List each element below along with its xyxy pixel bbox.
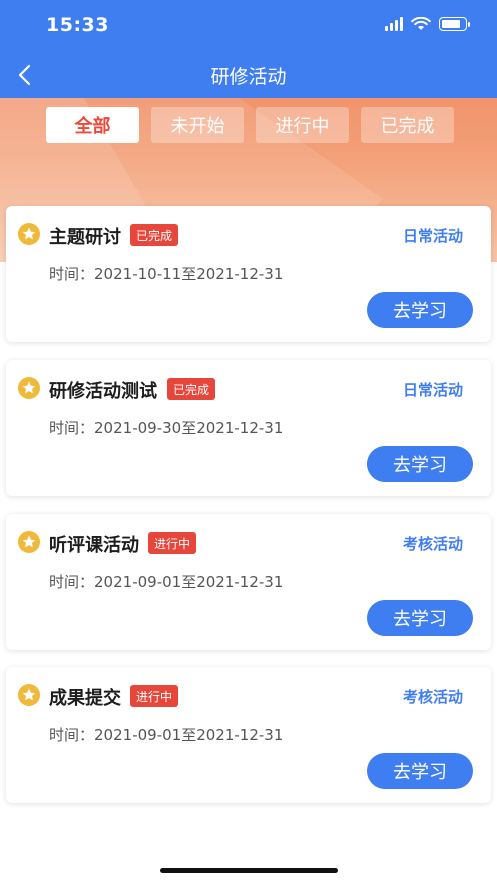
status-badge: 已完成: [130, 224, 179, 246]
battery-icon: [439, 17, 470, 31]
time-range: 2021-09-01至2021-12-31: [94, 573, 284, 591]
home-indicator[interactable]: [160, 868, 338, 873]
tab-in-progress[interactable]: 进行中: [256, 107, 349, 143]
activity-card: 听评课活动 进行中 考核活动 时间：2021-09-01至2021-12-31 …: [6, 514, 491, 650]
go-study-button[interactable]: 去学习: [367, 446, 473, 482]
activity-type: 日常活动: [402, 381, 463, 399]
time-range: 2021-10-11至2021-12-31: [94, 265, 284, 283]
go-study-button[interactable]: 去学习: [367, 753, 473, 789]
status-time: 15:33: [46, 14, 109, 36]
activity-type: 考核活动: [402, 688, 463, 706]
time-label: 时间：: [49, 419, 95, 437]
tab-all[interactable]: 全部: [46, 107, 139, 143]
page-title: 研修活动: [210, 66, 287, 88]
activity-time: 时间：2021-09-30至2021-12-31: [49, 417, 283, 438]
activity-time: 时间：2021-09-01至2021-12-31: [49, 724, 283, 745]
star-icon: [18, 377, 40, 399]
activity-title: 听评课活动: [49, 535, 139, 556]
cellular-signal-icon: [385, 17, 403, 31]
star-icon: [18, 684, 40, 706]
time-range: 2021-09-01至2021-12-31: [94, 726, 284, 744]
tab-not-started[interactable]: 未开始: [151, 107, 244, 143]
status-icons: [385, 17, 470, 31]
filter-tabs: 全部 未开始 进行中 已完成: [46, 107, 454, 143]
activity-time: 时间：2021-10-11至2021-12-31: [49, 263, 283, 284]
go-study-button[interactable]: 去学习: [367, 600, 473, 636]
time-label: 时间：: [49, 265, 95, 283]
activity-title: 研修活动测试: [49, 381, 157, 402]
activity-card: 主题研讨 已完成 日常活动 时间：2021-10-11至2021-12-31 去…: [6, 206, 491, 342]
go-study-button[interactable]: 去学习: [367, 292, 473, 328]
activity-title: 成果提交: [49, 688, 121, 709]
star-icon: [18, 531, 40, 553]
top-bar: 15:33 研修活动: [0, 0, 497, 98]
activity-type: 日常活动: [402, 227, 463, 245]
status-badge: 进行中: [148, 532, 197, 554]
time-label: 时间：: [49, 726, 95, 744]
tab-completed[interactable]: 已完成: [361, 107, 454, 143]
star-icon: [18, 223, 40, 245]
activity-time: 时间：2021-09-01至2021-12-31: [49, 571, 283, 592]
time-range: 2021-09-30至2021-12-31: [94, 419, 284, 437]
status-badge: 进行中: [130, 685, 179, 707]
time-label: 时间：: [49, 573, 95, 591]
wifi-icon: [411, 17, 431, 30]
activity-card: 成果提交 进行中 考核活动 时间：2021-09-01至2021-12-31 去…: [6, 667, 491, 803]
activity-title: 主题研讨: [49, 227, 121, 248]
status-badge: 已完成: [167, 378, 216, 400]
activity-card: 研修活动测试 已完成 日常活动 时间：2021-09-30至2021-12-31…: [6, 360, 491, 496]
activity-type: 考核活动: [402, 535, 463, 553]
